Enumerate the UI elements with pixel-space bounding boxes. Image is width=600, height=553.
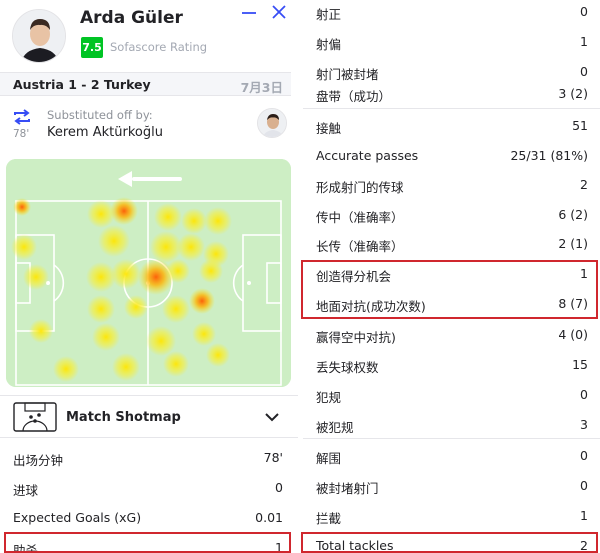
stat-label: 传中（准确率）	[316, 210, 404, 225]
stat-label: 犯规	[316, 390, 342, 405]
stat-value: 0	[580, 478, 588, 493]
stat-label: 助杀	[13, 543, 39, 553]
shotmap-label: Match Shotmap	[66, 410, 181, 425]
rating-badge: 7.5	[81, 37, 103, 58]
player-stats-right: 射正 0 射偏 1 射门被封堵 0 盘带（成功） 3 (2) 接触 51 Accurate…	[301, 0, 600, 553]
stat-label: 进球	[13, 483, 39, 498]
stat-value: 0	[275, 480, 283, 495]
stat-value: 2 (1)	[558, 236, 588, 251]
substitute-avatar[interactable]	[257, 108, 287, 138]
stat-value: 78'	[263, 450, 283, 465]
stat-value: 4 (0)	[558, 327, 588, 342]
stat-label: 射正	[316, 7, 342, 22]
stat-row-goals: 进球 0	[0, 473, 291, 503]
stat-value: 6 (2)	[558, 207, 588, 222]
stat-label: 丢失球权数	[316, 360, 379, 375]
minimize-button[interactable]	[238, 2, 260, 22]
stat-value: 0	[580, 4, 588, 19]
stat-label: Accurate passes	[316, 148, 419, 163]
stat-label: 拦截	[316, 511, 342, 526]
stat-row-xg: Expected Goals (xG) 0.01	[0, 503, 291, 533]
substitution-label: Substituted off by:	[47, 108, 153, 122]
player-avatar	[12, 9, 66, 63]
stat-label: 接触	[316, 121, 342, 136]
stat-row-assists: 助杀 1	[0, 533, 291, 553]
stat-label: 出场分钟	[13, 453, 64, 468]
stat-value: 2	[580, 177, 588, 192]
stat-value: 15	[572, 357, 588, 372]
match-bar[interactable]: Austria 1 - 2 Turkey 7月3日	[0, 72, 291, 96]
stat-value: 1	[275, 540, 283, 553]
rating-label: Sofascore Rating	[110, 40, 208, 54]
stat-value: 8 (7)	[558, 296, 588, 311]
divider	[303, 438, 600, 439]
divider	[303, 108, 600, 109]
stat-label: 长传（准确率）	[316, 239, 404, 254]
stat-label: 形成射门的传球	[316, 180, 404, 195]
stat-label: 解围	[316, 451, 342, 466]
stat-value: 1	[580, 508, 588, 523]
shotmap-icon	[13, 402, 57, 432]
stat-label: 地面对抗(成功次数)	[316, 299, 426, 314]
stat-value: 25/31 (81%)	[510, 148, 588, 163]
stat-value: 0	[580, 448, 588, 463]
match-teams: Austria 1 - 2 Turkey	[13, 77, 151, 92]
stat-label: Total tackles	[316, 538, 394, 553]
heatmap	[6, 159, 291, 387]
stat-value: 51	[572, 118, 588, 133]
stat-label: 盘带（成功）	[316, 89, 392, 104]
stat-label: 射偏	[316, 37, 342, 52]
stat-label: 创造得分机会	[316, 269, 392, 284]
stat-value: 3	[580, 417, 588, 432]
stat-value: 3 (2)	[558, 86, 588, 101]
stat-value: 0.01	[255, 510, 283, 525]
close-icon	[272, 5, 286, 19]
close-button[interactable]	[268, 2, 290, 22]
stat-label: 被犯规	[316, 420, 354, 435]
stat-row-minutes: 出场分钟 78'	[0, 443, 291, 473]
stat-value: 2	[580, 538, 588, 553]
substitute-player-name[interactable]: Kerem Aktürkoğlu	[47, 125, 163, 140]
stat-label: Expected Goals (xG)	[13, 510, 142, 525]
chevron-down-icon[interactable]	[263, 408, 281, 426]
stat-label: 赢得空中对抗)	[316, 330, 396, 345]
player-name: Arda Güler	[80, 8, 183, 28]
stat-value: 1	[580, 34, 588, 49]
player-panel-left: Arda Güler 7.5 Sofascore Rating Austria …	[0, 0, 298, 553]
stat-label: 射门被封堵	[316, 67, 379, 82]
stat-value: 0	[580, 64, 588, 79]
stat-value: 1	[580, 266, 588, 281]
stat-label: 被封堵射门	[316, 481, 379, 496]
stat-value: 0	[580, 387, 588, 402]
substitution-minute: 78'	[13, 128, 30, 140]
substitution-icon	[14, 109, 30, 125]
match-date: 7月3日	[240, 80, 283, 95]
minimize-icon	[242, 12, 256, 14]
